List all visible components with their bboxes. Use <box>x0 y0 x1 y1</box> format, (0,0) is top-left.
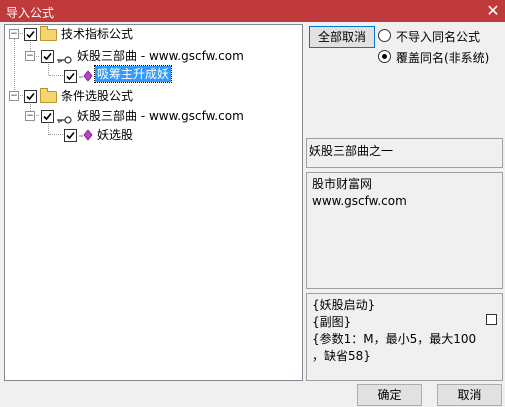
formula-gem-icon <box>79 128 93 141</box>
window-title: 导入公式 <box>6 6 55 20</box>
checkbox-checked[interactable] <box>24 28 37 41</box>
folder-icon <box>40 88 57 103</box>
formula-line: ，缺省58} <box>312 349 371 363</box>
close-icon[interactable]: ✕ <box>481 0 505 22</box>
preview-checkbox[interactable] <box>486 314 497 325</box>
formula-tree[interactable]: − 技术指标公式 − 妖股三部曲 - www.gscfw.com 吸筹主升成妖 … <box>4 24 303 381</box>
tree-leaf-label-selected: 吸筹主升成妖 <box>93 65 173 83</box>
collapse-icon[interactable]: − <box>25 111 35 121</box>
formula-line: {妖股启动} <box>312 298 376 312</box>
formula-line: {副图} <box>312 315 352 329</box>
cancel-all-button[interactable]: 全部取消 <box>309 26 375 48</box>
title-bar: 导入公式 ✕ <box>0 0 505 22</box>
collapse-icon[interactable]: − <box>9 29 19 39</box>
ok-button[interactable]: 确定 <box>357 384 422 406</box>
no-import-same-label: 不导入同名公式 <box>396 30 481 44</box>
collapse-icon[interactable]: − <box>9 91 19 101</box>
tree-node-indicator-formulas[interactable]: − 技术指标公式 <box>5 25 300 43</box>
checkbox-checked[interactable] <box>24 90 37 103</box>
description-panel: 妖股三部曲之一 <box>306 138 503 168</box>
tree-node-label: 妖股三部曲 - www.gscfw.com <box>77 109 244 123</box>
checkbox-checked[interactable] <box>64 70 77 83</box>
formula-preview-panel: {妖股启动} {副图} {参数1：M，最小5，最大100 ，缺省58} <box>306 293 503 381</box>
key-icon <box>56 111 72 124</box>
tree-leaf-formula[interactable]: 妖选股 <box>5 124 300 142</box>
folder-icon <box>40 26 57 41</box>
collapse-icon[interactable]: − <box>25 51 35 61</box>
tree-node-label: 妖股三部曲 - www.gscfw.com <box>77 49 244 63</box>
tree-node-selection-formulas[interactable]: − 条件选股公式 <box>5 86 300 104</box>
tree-leaf-label: 妖选股 <box>97 128 134 142</box>
overwrite-same-label: 覆盖同名(非系统) <box>396 51 490 65</box>
tree-node-label: 技术指标公式 <box>61 27 134 41</box>
checkbox-checked[interactable] <box>64 129 77 142</box>
formula-line: {参数1：M，最小5，最大100 <box>312 332 477 346</box>
tree-node-label: 条件选股公式 <box>61 89 134 103</box>
checkbox-checked[interactable] <box>41 110 54 123</box>
tree-node-selection-pack[interactable]: − 妖股三部曲 - www.gscfw.com <box>5 105 300 124</box>
description-text: 妖股三部曲之一 <box>309 144 394 158</box>
tree-leaf-formula[interactable]: 吸筹主升成妖 <box>5 65 300 83</box>
no-import-same-radio[interactable] <box>378 29 391 42</box>
formula-gem-icon <box>79 69 93 82</box>
overwrite-same-radio[interactable] <box>378 50 391 63</box>
checkbox-checked[interactable] <box>41 50 54 63</box>
tree-node-indicator-pack[interactable]: − 妖股三部曲 - www.gscfw.com <box>5 45 300 64</box>
source-name: 股市财富网 <box>312 177 373 191</box>
source-url: www.gscfw.com <box>312 194 407 208</box>
source-panel: 股市财富网 www.gscfw.com <box>306 172 503 289</box>
cancel-button[interactable]: 取消 <box>437 384 502 406</box>
key-icon <box>56 51 72 64</box>
